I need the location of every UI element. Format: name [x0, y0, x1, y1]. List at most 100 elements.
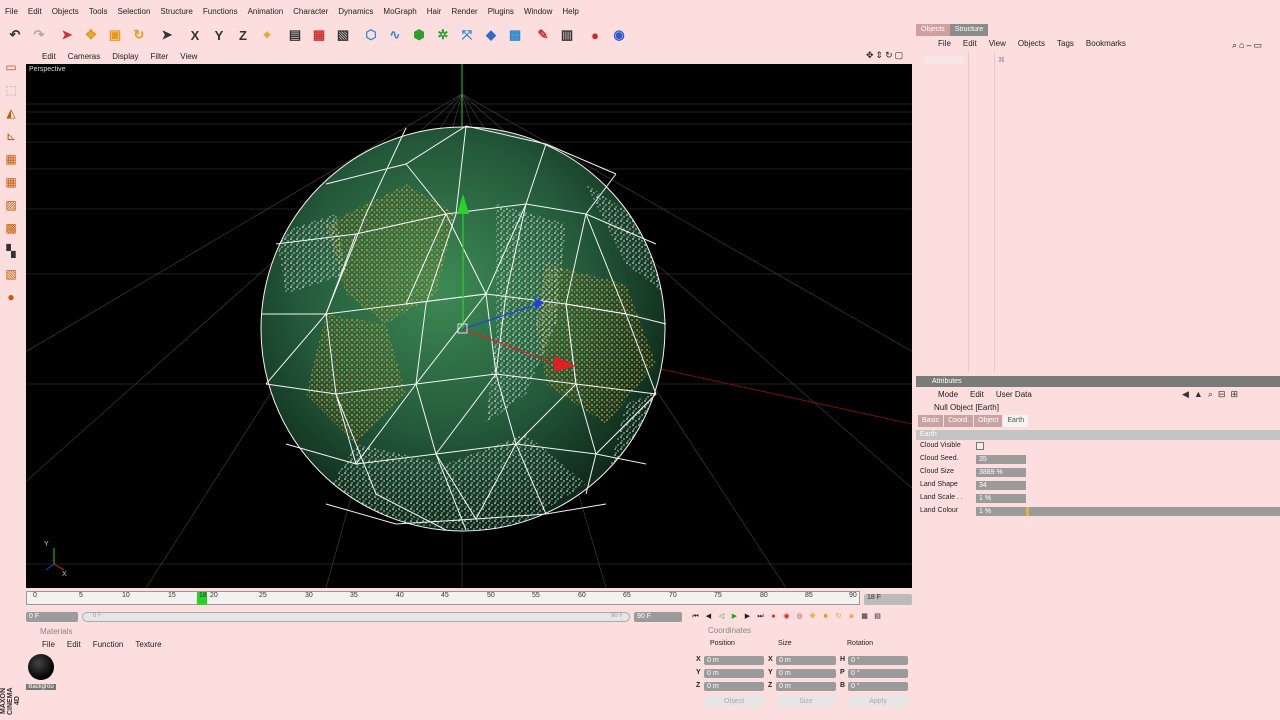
axis-y-button[interactable]: Y	[208, 24, 230, 46]
pan-icon[interactable]: ✥	[866, 50, 874, 61]
rot-p-field[interactable]: 0 °	[848, 669, 908, 678]
land-colour-slider[interactable]	[1026, 507, 1280, 516]
play-icon[interactable]: ▶	[729, 611, 740, 622]
menu-tools[interactable]: Tools	[84, 5, 113, 19]
orbit-icon[interactable]: ↻	[885, 50, 893, 61]
vp-menu-edit[interactable]: Edit	[36, 50, 62, 63]
next-key-icon[interactable]: ▶	[742, 611, 753, 622]
up-arrow-icon[interactable]: ▲	[1194, 389, 1203, 400]
home-icon[interactable]: ⌂	[1239, 40, 1244, 51]
menu-structure[interactable]: Structure	[155, 5, 197, 19]
vp-menu-filter[interactable]: Filter	[144, 50, 174, 63]
panel-menu-icon[interactable]: ▭	[1254, 40, 1263, 51]
texture-mode-icon[interactable]: ▩	[1, 217, 21, 239]
uv-polygons-icon[interactable]: ▨	[1, 194, 21, 216]
menu-edit[interactable]: Edit	[23, 5, 47, 19]
param-key-icon[interactable]: ◈	[846, 611, 857, 622]
tab-object[interactable]: Object	[974, 415, 1003, 427]
search-icon[interactable]: ⌕	[1232, 40, 1237, 51]
array-icon[interactable]: ✲	[432, 24, 454, 46]
tab-structure[interactable]: Structure	[949, 24, 989, 36]
vp-menu-display[interactable]: Display	[106, 50, 144, 63]
rot-key-icon[interactable]: ↻	[833, 611, 844, 622]
coordinate-system-icon[interactable]: ⌖	[256, 24, 278, 46]
tab-objects[interactable]: Objects	[916, 24, 950, 36]
snap-icon[interactable]: ▧	[1, 263, 21, 285]
play-back-icon[interactable]: ◁	[716, 611, 727, 622]
record-icon[interactable]: ●	[584, 24, 606, 46]
maximize-icon[interactable]: ▢	[895, 50, 904, 61]
size-z-field[interactable]: 0 m	[776, 682, 836, 691]
render-region-icon[interactable]: ▤	[284, 24, 306, 46]
end-frame-field[interactable]: 90 F	[634, 611, 682, 622]
lock-icon[interactable]: ⊟	[1218, 389, 1226, 400]
object-row-earth[interactable]	[924, 56, 964, 64]
menu-selection[interactable]: Selection	[113, 5, 156, 19]
undo-icon[interactable]: ↶	[4, 24, 26, 46]
viewport-perspective[interactable]: Y X Perspective	[26, 64, 912, 588]
nurbs-icon[interactable]: ⬢	[408, 24, 430, 46]
live-select-icon[interactable]: ➤	[56, 24, 78, 46]
obj-menu-tags[interactable]: Tags	[1051, 39, 1080, 48]
cloud-visible-checkbox[interactable]	[976, 442, 984, 450]
light-icon[interactable]: ▥	[556, 24, 578, 46]
autokey-icon[interactable]: ◉	[781, 611, 792, 622]
land-colour-field[interactable]: 1 %	[976, 507, 1026, 516]
redo-icon[interactable]: ↷	[28, 24, 50, 46]
rotate-icon[interactable]: ↻	[128, 24, 150, 46]
new-panel-icon[interactable]: ⊞	[1230, 389, 1238, 400]
spline-icon[interactable]: ∿	[384, 24, 406, 46]
obj-menu-view[interactable]: View	[983, 39, 1012, 48]
obj-menu-edit[interactable]: Edit	[957, 39, 983, 48]
pos-x-field[interactable]: 0 m	[704, 656, 764, 665]
cloud-seed-field[interactable]: 35	[976, 455, 1026, 464]
object-mode-icon[interactable]: ⬚	[1, 79, 21, 101]
selection-mode-icon[interactable]: ➤	[156, 24, 178, 46]
mat-menu-texture[interactable]: Texture	[129, 639, 167, 651]
object-tag-icon[interactable]: ⌘	[998, 56, 1008, 64]
axis-x-button[interactable]: X	[184, 24, 206, 46]
menu-plugins[interactable]: Plugins	[483, 5, 519, 19]
coord-mode-select[interactable]: Object	[704, 696, 764, 707]
back-arrow-icon[interactable]: ◀	[1182, 389, 1189, 400]
start-frame-field[interactable]: 0 F	[26, 611, 78, 622]
scale-key-icon[interactable]: ■	[820, 611, 831, 622]
menu-objects[interactable]: Objects	[47, 5, 84, 19]
key-selection-icon[interactable]: ◎	[794, 611, 805, 622]
move-icon[interactable]: ✥	[80, 24, 102, 46]
pos-y-field[interactable]: 0 m	[704, 669, 764, 678]
material-swatch[interactable]	[28, 654, 54, 680]
menu-render[interactable]: Render	[446, 5, 482, 19]
polygons-mode-icon[interactable]: ▦	[1, 148, 21, 170]
menu-mograph[interactable]: MoGraph	[378, 5, 421, 19]
mat-menu-edit[interactable]: Edit	[61, 639, 87, 651]
land-scale-field[interactable]: 1 %	[976, 494, 1026, 503]
timeline-ruler[interactable]: 0 5 10 15 18 20 25 30 35 40 45 50 55 60 …	[26, 591, 860, 605]
obj-menu-bookmarks[interactable]: Bookmarks	[1080, 39, 1132, 48]
object-tree[interactable]: ⌘	[918, 52, 1280, 372]
apply-button[interactable]: Apply	[848, 696, 908, 707]
menu-functions[interactable]: Functions	[198, 5, 243, 19]
mat-menu-function[interactable]: Function	[87, 639, 130, 651]
prev-key-icon[interactable]: ◀	[703, 611, 714, 622]
pos-key-icon[interactable]: ✥	[807, 611, 818, 622]
vp-menu-view[interactable]: View	[174, 50, 203, 63]
rot-b-field[interactable]: 0 °	[848, 682, 908, 691]
attr-menu-userdata[interactable]: User Data	[990, 390, 1038, 399]
tab-coord[interactable]: Coord.	[944, 415, 974, 427]
attr-menu-mode[interactable]: Mode	[932, 390, 964, 399]
minimize-icon[interactable]: –	[1246, 40, 1251, 51]
menu-character[interactable]: Character	[288, 5, 333, 19]
rot-h-field[interactable]: 0 °	[848, 656, 908, 665]
axis-z-button[interactable]: Z	[232, 24, 254, 46]
menu-hair[interactable]: Hair	[422, 5, 447, 19]
current-frame-field[interactable]: 18 F	[864, 594, 912, 605]
environment-icon[interactable]: ▩	[504, 24, 526, 46]
deformer-icon[interactable]: ⤧	[456, 24, 478, 46]
render-settings-icon[interactable]: ▧	[332, 24, 354, 46]
dolly-icon[interactable]: ⇕	[876, 50, 884, 61]
tab-earth[interactable]: Earth	[1003, 415, 1029, 427]
scene-icon[interactable]: ◆	[480, 24, 502, 46]
pla-key-icon[interactable]: ▦	[859, 611, 870, 622]
workplane-icon[interactable]: ▚	[1, 240, 21, 262]
